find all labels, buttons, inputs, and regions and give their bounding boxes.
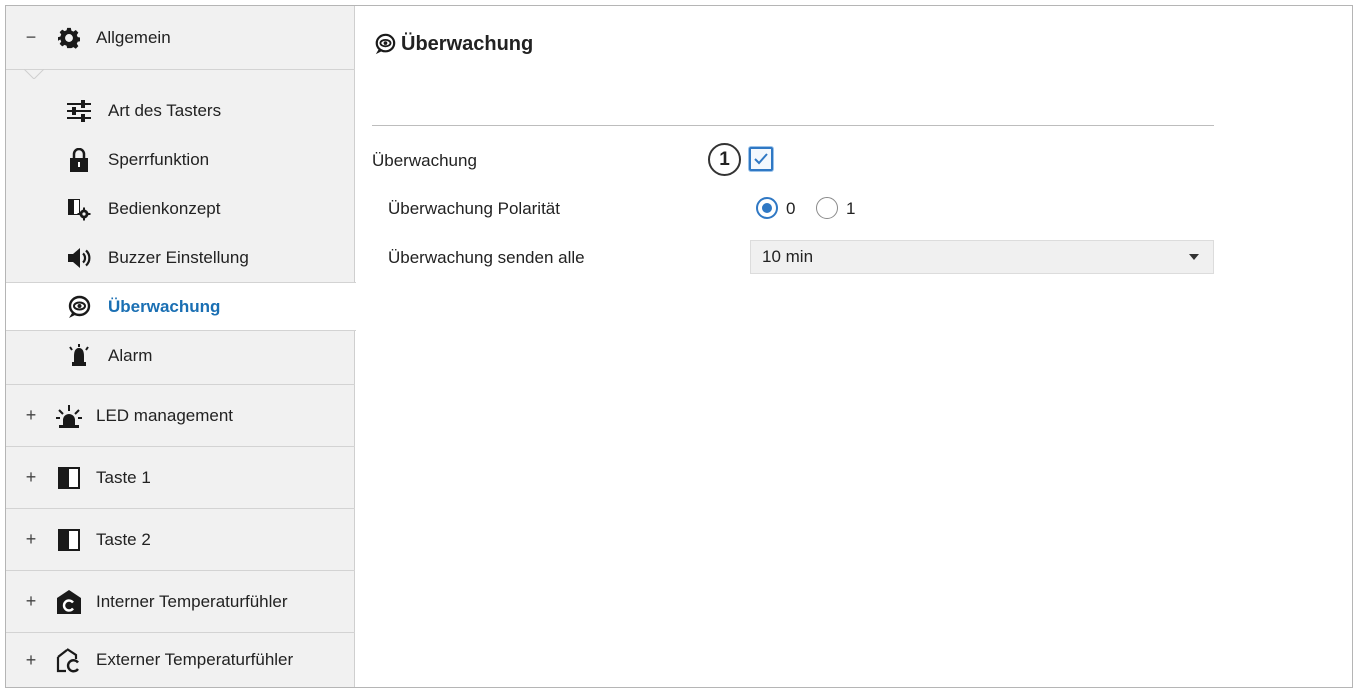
sidebar-group-label: Interner Temperaturfühler bbox=[96, 591, 288, 611]
sidebar-group-taste-1[interactable]: + Taste 1 bbox=[6, 447, 355, 509]
sidebar-item-bedienkonzept[interactable]: Bedienkonzept bbox=[6, 184, 355, 233]
sidebar-group-led-management[interactable]: + LED management bbox=[6, 385, 355, 447]
sliders-icon bbox=[66, 98, 92, 124]
sidebar-item-sperrfunktion[interactable]: Sperrfunktion bbox=[6, 135, 355, 184]
polarity-option-0-label: 0 bbox=[786, 199, 796, 218]
collapse-toggle[interactable]: − bbox=[20, 27, 42, 48]
title-separator bbox=[372, 125, 1214, 126]
send-interval-select[interactable]: 10 min bbox=[750, 240, 1214, 274]
chevron-down-icon[interactable] bbox=[1189, 254, 1199, 260]
button-panel-icon bbox=[56, 527, 82, 553]
sidebar-group-label: Taste 1 bbox=[96, 467, 151, 487]
polarity-radio-1[interactable] bbox=[816, 197, 838, 219]
sidebar-group-allgemein[interactable]: − Allgemein bbox=[6, 6, 355, 70]
page-title: Überwachung bbox=[373, 32, 533, 56]
sidebar-item-label: Art des Tasters bbox=[108, 100, 222, 120]
monitoring-checkbox[interactable] bbox=[749, 147, 773, 171]
external-sensor-icon bbox=[56, 647, 82, 673]
sidebar-group-label: Allgemein bbox=[96, 27, 171, 47]
sidebar-item-ueberwachung[interactable]: Überwachung bbox=[6, 282, 356, 331]
polarity-label: Überwachung Polarität bbox=[388, 199, 560, 218]
sidebar-item-label: Sperrfunktion bbox=[108, 149, 210, 169]
checkmark-icon bbox=[754, 153, 768, 165]
lock-icon bbox=[66, 147, 92, 173]
polarity-radio-0[interactable] bbox=[756, 197, 778, 219]
sidebar-item-alarm[interactable]: Alarm bbox=[6, 331, 355, 380]
app-window: − Allgemein Art des Tasters Sperrfunktio… bbox=[5, 5, 1353, 688]
led-icon bbox=[56, 403, 82, 429]
monitoring-icon bbox=[373, 32, 397, 56]
polarity-option-1-label: 1 bbox=[846, 199, 856, 218]
expand-toggle[interactable]: + bbox=[20, 591, 42, 612]
monitoring-icon bbox=[66, 294, 92, 320]
expand-toggle[interactable]: + bbox=[20, 529, 42, 550]
sidebar-group-externer-temperaturfuehler[interactable]: + Externer Temperaturfühler bbox=[6, 633, 355, 687]
operation-concept-icon bbox=[66, 196, 92, 222]
main-panel: Überwachung Überwachung 1 Überwachung Po… bbox=[356, 6, 1352, 687]
speaker-icon bbox=[66, 245, 92, 271]
sidebar-group-interner-temperaturfuehler[interactable]: + Interner Temperaturfühler bbox=[6, 571, 355, 633]
sidebar-item-art-des-tasters[interactable]: Art des Tasters bbox=[6, 86, 355, 135]
expand-toggle[interactable]: + bbox=[20, 467, 42, 488]
page-title-text: Überwachung bbox=[401, 32, 534, 55]
expand-notch bbox=[24, 69, 44, 79]
sidebar-item-label: Überwachung bbox=[108, 296, 221, 316]
internal-sensor-icon bbox=[56, 589, 82, 615]
sidebar: − Allgemein Art des Tasters Sperrfunktio… bbox=[6, 6, 356, 687]
sidebar-item-label: Buzzer Einstellung bbox=[108, 247, 249, 267]
expand-toggle[interactable]: + bbox=[20, 405, 42, 426]
sidebar-item-label: Alarm bbox=[108, 345, 153, 365]
send-interval-label: Überwachung senden alle bbox=[388, 248, 585, 267]
sidebar-group-label: Externer Temperaturfühler bbox=[96, 650, 294, 669]
sidebar-item-buzzer-einstellung[interactable]: Buzzer Einstellung bbox=[6, 233, 355, 282]
callout-marker: 1 bbox=[708, 143, 741, 176]
sidebar-group-label: Taste 2 bbox=[96, 529, 151, 549]
sidebar-group-taste-2[interactable]: + Taste 2 bbox=[6, 509, 355, 571]
expand-toggle[interactable]: + bbox=[20, 650, 42, 671]
button-panel-icon bbox=[56, 465, 82, 491]
gear-icon bbox=[56, 25, 82, 51]
monitoring-label: Überwachung bbox=[372, 151, 477, 170]
alarm-icon bbox=[66, 343, 92, 369]
send-interval-value: 10 min bbox=[762, 247, 814, 266]
sidebar-group-label: LED management bbox=[96, 405, 234, 425]
sidebar-item-label: Bedienkonzept bbox=[108, 198, 221, 218]
